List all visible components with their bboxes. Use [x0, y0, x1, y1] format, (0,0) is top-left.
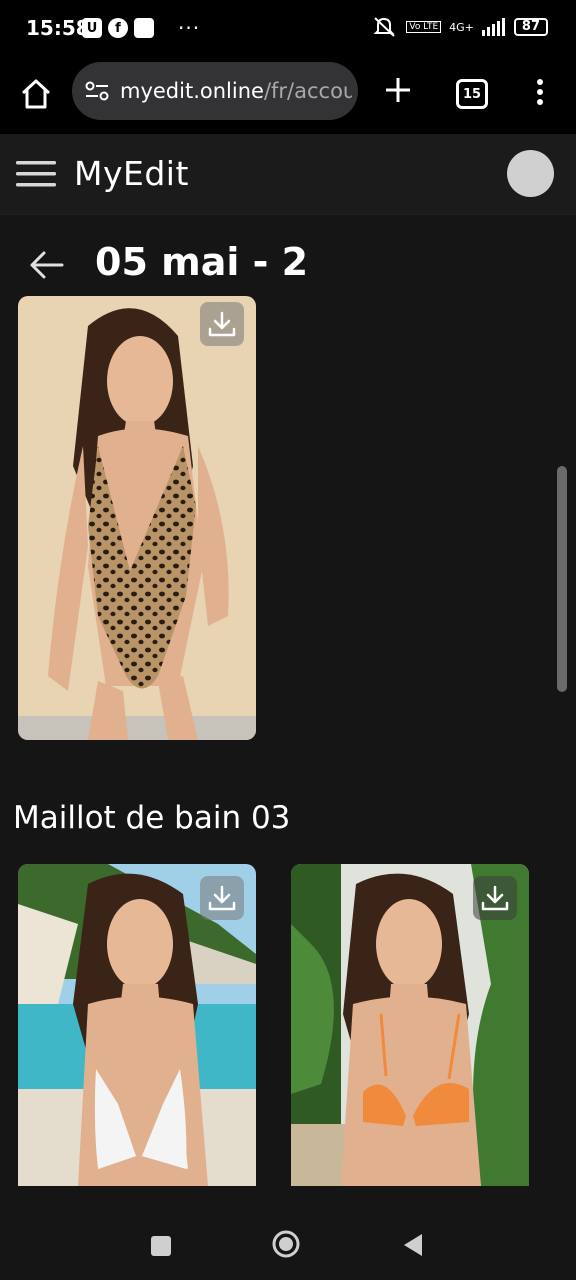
- browser-toolbar: myedit.online/fr/accou 15: [0, 60, 576, 134]
- plus-icon[interactable]: [382, 74, 414, 106]
- address-bar[interactable]: myedit.online/fr/accou: [72, 62, 358, 120]
- photo-orange-bikini[interactable]: [291, 864, 529, 1186]
- tabs-icon[interactable]: 15: [456, 79, 488, 109]
- download-button[interactable]: [200, 876, 244, 920]
- download-button[interactable]: [473, 876, 517, 920]
- photo-leopard-swimsuit[interactable]: [18, 296, 256, 740]
- network-type: 4G+: [449, 20, 474, 34]
- url-text[interactable]: myedit.online/fr/accou: [120, 79, 352, 103]
- status-bar: 15:58 U f ··· Vo LTE 4G+ 87: [0, 0, 576, 60]
- app-square-icon: [134, 18, 154, 38]
- battery-level: 87: [513, 18, 548, 36]
- signal-icon: [481, 18, 505, 36]
- page-title: 05 mai - 2: [95, 240, 309, 284]
- recents-button[interactable]: [151, 1236, 171, 1256]
- menu-icon[interactable]: [16, 160, 56, 188]
- url-path: /fr/accou: [263, 79, 352, 103]
- more-vert-icon[interactable]: [534, 78, 546, 106]
- home-circle-icon[interactable]: [272, 1230, 300, 1258]
- avatar[interactable]: [507, 150, 554, 197]
- more-notifications-icon: ···: [178, 16, 201, 40]
- status-time: 15:58: [26, 16, 90, 40]
- download-icon: [208, 885, 236, 911]
- status-right: Vo LTE 4G+ 87: [372, 16, 548, 38]
- u-app-icon: U: [82, 18, 102, 38]
- nav-back-icon[interactable]: [402, 1232, 424, 1258]
- section-title: Maillot de bain 03: [13, 800, 291, 836]
- photo-white-swimsuit[interactable]: [18, 864, 256, 1186]
- url-host: myedit.online: [120, 79, 264, 103]
- tune-icon[interactable]: [84, 78, 110, 104]
- download-icon: [208, 311, 236, 337]
- volte-badge: Vo LTE: [406, 21, 442, 33]
- home-icon[interactable]: [18, 76, 54, 112]
- mute-icon: [373, 17, 396, 37]
- system-nav-bar: [0, 1194, 576, 1280]
- back-arrow-icon[interactable]: [28, 250, 64, 280]
- photo-image: [18, 296, 256, 740]
- app-header: MyEdit: [0, 134, 576, 215]
- notification-icons: U f ···: [82, 16, 200, 40]
- facebook-icon: f: [108, 18, 128, 38]
- download-icon: [481, 885, 509, 911]
- page-title-row: 05 mai - 2: [0, 230, 576, 302]
- scrollbar[interactable]: [557, 466, 567, 692]
- download-button[interactable]: [200, 302, 244, 346]
- app-logo[interactable]: MyEdit: [74, 154, 189, 193]
